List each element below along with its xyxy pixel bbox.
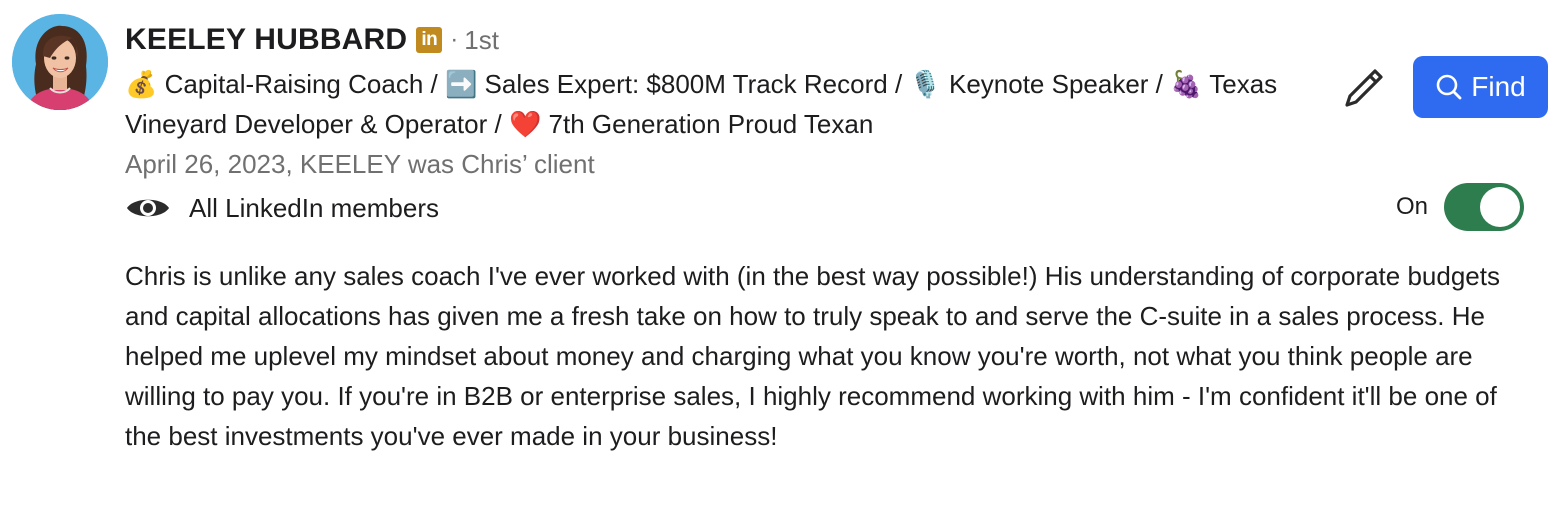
find-button[interactable]: Find xyxy=(1413,56,1548,118)
pencil-icon xyxy=(1345,69,1383,107)
separator: · xyxy=(450,26,459,53)
profile-photo xyxy=(12,14,108,110)
toggle-knob xyxy=(1480,187,1521,227)
profile-headline: 💰 Capital-Raising Coach / ➡️ Sales Exper… xyxy=(125,69,1278,139)
visibility-setting[interactable]: All LinkedIn members xyxy=(125,186,439,230)
profile-name[interactable]: KEELEY HUBBARD xyxy=(125,23,407,57)
eye-icon xyxy=(127,199,169,217)
visibility-toggle-group: On xyxy=(1396,183,1525,231)
find-label: Find xyxy=(1471,71,1526,102)
avatar[interactable] xyxy=(12,14,108,110)
edit-button[interactable] xyxy=(1340,64,1388,112)
visibility-toggle[interactable] xyxy=(1444,183,1525,231)
recommendation-text: Chris is unlike any sales coach I've eve… xyxy=(125,261,1500,451)
linkedin-badge-icon: in xyxy=(416,27,443,53)
search-icon xyxy=(1436,74,1462,100)
relationship-info: April 26, 2023, KEELEY was Chris’ client xyxy=(125,149,595,179)
linkedin-badge-text: in xyxy=(421,29,438,50)
visibility-label: All LinkedIn members xyxy=(189,192,439,223)
toggle-label: On xyxy=(1396,193,1429,220)
profile-header: KEELEY HUBBARD in · 1st xyxy=(125,20,499,60)
connection-degree: 1st xyxy=(464,24,499,55)
